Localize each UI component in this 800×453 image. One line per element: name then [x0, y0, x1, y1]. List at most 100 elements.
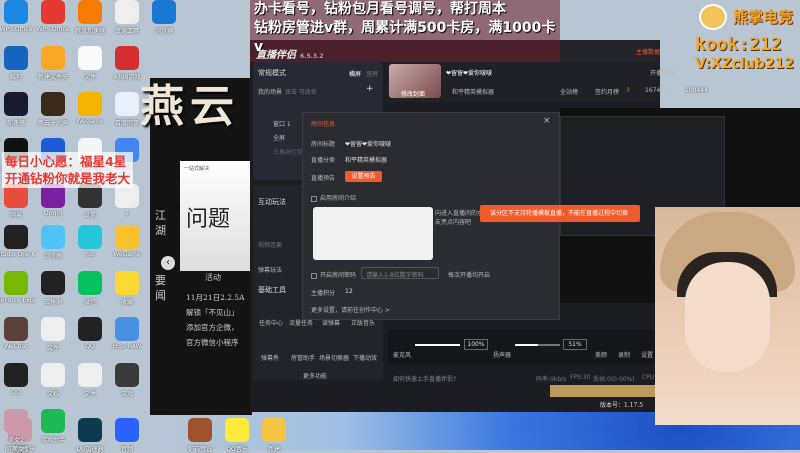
desktop-icon[interactable]: WeChat [0, 317, 36, 350]
app-icon [4, 317, 28, 341]
orient-horizontal[interactable]: 横屏 [349, 69, 361, 78]
mode-select[interactable]: 常规模式 [258, 68, 286, 78]
game-card[interactable]: 一站式解决 问题 [180, 161, 252, 271]
password-input[interactable]: 请输入1-8位数字密码 [361, 267, 439, 279]
collapse-arrow-icon[interactable]: ‹ [161, 256, 175, 270]
set-notice-button[interactable]: 设置预告 [345, 171, 382, 182]
webcam-overlay [655, 207, 800, 425]
desktop-icon[interactable]: 文件 [33, 317, 73, 352]
desktop-icon[interactable]: WPS Office [0, 0, 36, 33]
start-reminder[interactable]: 开播提醒 [650, 68, 674, 77]
desktop-icon[interactable]: 资源工具 [107, 0, 147, 35]
desktop-icon[interactable]: 新建文件夹 [33, 46, 73, 81]
category-value[interactable]: 和平精英模拟器 [345, 155, 387, 164]
desktop-icon[interactable]: 浏览器 [144, 0, 184, 35]
tool-task-center[interactable]: 任务中心 [259, 318, 283, 327]
more-settings-link[interactable]: 更多设置，请前往创作中心 > [311, 305, 390, 314]
desktop-icon[interactable]: 1 [107, 184, 147, 217]
desktop-icon[interactable]: 酷狗 [0, 46, 36, 81]
paw-icon [699, 4, 727, 30]
tool-scene-switcher[interactable]: 场景切换器 [319, 353, 349, 362]
sign-month-link[interactable]: 签约月榜 [595, 87, 619, 96]
desktop-icon[interactable]: 新建 [254, 418, 294, 453]
desktop-icon[interactable]: Studio One 6 [0, 225, 36, 258]
app-icon [115, 418, 139, 442]
speaker-volume-slider[interactable] [515, 344, 560, 346]
desktop-icon-label: 加速器 [6, 120, 25, 127]
room-category[interactable]: 和平精英模拟器 [452, 87, 494, 96]
app-icon [115, 92, 139, 116]
orient-vertical[interactable]: 竖屏 [366, 69, 378, 78]
desktop-icon[interactable]: 微信 [70, 271, 110, 306]
scene-item[interactable]: 三角洲行动 [273, 147, 303, 156]
logo-kook: kook:212 [695, 34, 782, 55]
room-title[interactable]: ❤留留❤爱你啵啵 [446, 68, 492, 77]
desktop-icon[interactable]: HBS_RAW [107, 317, 147, 350]
scene-item[interactable]: 窗口 1 [273, 119, 291, 128]
interactive-title: 互动玩法 [258, 198, 286, 206]
desktop-icon[interactable]: 文件 [70, 46, 110, 81]
desktop-icon[interactable]: WeGame [70, 92, 110, 125]
rank-link[interactable]: 全站榜 [560, 87, 578, 96]
room-title-value[interactable]: ❤留留❤爱你啵啵 [345, 139, 391, 148]
desktop-icon[interactable]: 浏览器 [33, 225, 73, 260]
tool-end-effect[interactable]: 下播动效 [353, 353, 377, 362]
desktop-icon-label: 设置 [83, 212, 96, 219]
desktop-icon[interactable]: 腾讯加速器 [70, 0, 110, 35]
desktop-icon[interactable]: 加速器 [0, 92, 36, 127]
desktop-icon-label: 三角洲 [43, 299, 62, 306]
app-icon [78, 0, 102, 24]
desktop-icon[interactable]: UU加速器 [70, 418, 110, 453]
room-cover[interactable]: 修改封面 [389, 64, 441, 98]
app-icon [152, 0, 176, 24]
intro-checkbox[interactable]: 启用房间介绍 [311, 193, 356, 202]
desktop-icon[interactable]: 收藏 [107, 271, 147, 306]
desktop-icon[interactable]: 三角洲 [33, 271, 73, 306]
beauty-button[interactable]: 美颜 [595, 350, 607, 359]
desktop-icon[interactable]: 文档 [33, 363, 73, 398]
desktop-icon[interactable]: 游戏 [107, 363, 147, 398]
desktop-icon-label: 游戏助手 [40, 437, 65, 444]
tool-room-admin[interactable]: 房管助手 [291, 353, 315, 362]
desktop-icon[interactable]: QQ [70, 317, 110, 350]
password-checkbox[interactable]: 开启房间密码 [311, 270, 356, 279]
tool-video-link[interactable]: 视频连麦 [258, 240, 282, 249]
desktop-icon[interactable]: 游戏助手 [33, 409, 73, 444]
record-button[interactable]: 录制 [618, 350, 630, 359]
desktop-icon[interactable]: 音频 [107, 418, 147, 453]
desktop-icon[interactable]: 燕云十六声 [33, 92, 73, 127]
desktop-icon[interactable]: Origin [33, 184, 73, 217]
add-scene-icon[interactable]: + [366, 84, 374, 94]
desktop-icon[interactable]: WPS Office [33, 0, 73, 33]
desktop-icon[interactable]: GeForce Experience [0, 271, 36, 304]
desktop-icon[interactable]: 设置 [70, 184, 110, 219]
app-icon [41, 46, 65, 70]
desktop-icon[interactable]: QQ [0, 363, 36, 396]
more-functions-button[interactable]: 更多功能 [303, 371, 327, 380]
mic-volume-value[interactable]: 100% [464, 339, 488, 350]
intro-sample-image [313, 207, 433, 260]
app-icon [4, 0, 28, 24]
side-tab-jianghu[interactable]: 江湖 [155, 208, 167, 238]
desktop-icon-label: 文件 [83, 391, 96, 398]
speaker-volume-value[interactable]: 51% [563, 339, 587, 350]
desktop-icon[interactable]: 美女2 [0, 409, 36, 444]
close-icon[interactable]: × [543, 116, 551, 126]
app-icon [115, 225, 139, 249]
help-link[interactable]: 如何快速上手直播伴侣? [393, 374, 456, 383]
tool-danmaku-show[interactable]: 弹幕秀 [261, 353, 279, 362]
desktop-icon[interactable]: 炉石传说 [180, 418, 220, 453]
settings-button[interactable]: 设置 [641, 350, 653, 359]
tool-danmaku-play[interactable]: 弹幕玩法 [258, 265, 282, 274]
scene-item[interactable]: 全屏 [273, 133, 285, 142]
streamer-data-button[interactable]: 主播数据 [636, 47, 660, 56]
desktop-icon[interactable]: QQ音乐 [217, 418, 257, 453]
desktop-icon[interactable]: 网易 [0, 184, 36, 219]
mic-volume-slider[interactable] [415, 344, 460, 346]
desktop-icon[interactable]: WeGame [107, 225, 147, 258]
fans-count: 100444 [685, 87, 708, 94]
desktop-icon[interactable]: mb [70, 225, 110, 258]
card-sub: 一站式解决 [184, 166, 210, 172]
side-tab-news[interactable]: 要闻 [155, 273, 167, 303]
desktop-icon[interactable]: 文件 [70, 363, 110, 398]
